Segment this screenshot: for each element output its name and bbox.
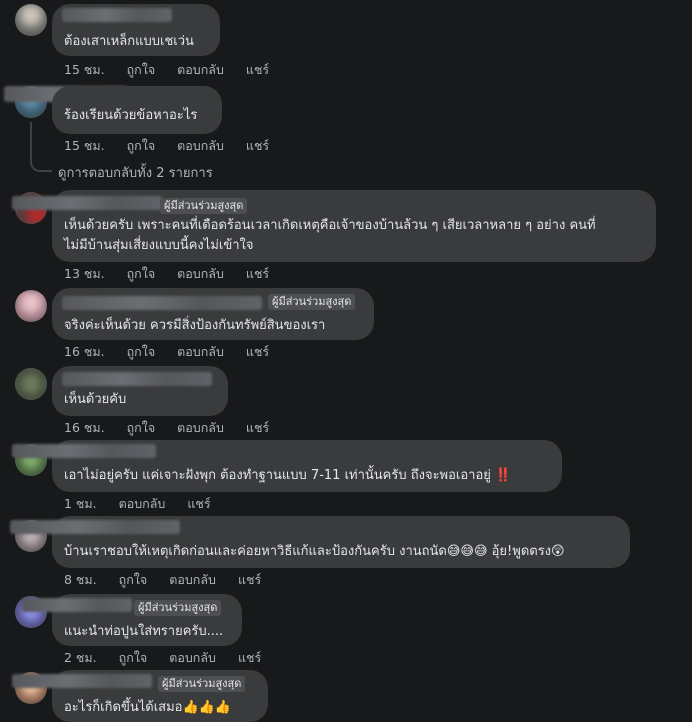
comment-text: บ้านเราชอบให้เหตุเกิดก่อนและค่อยหาวิธีแก…: [64, 544, 565, 559]
comment-bubble: ผู้มีส่วนร่วมสูงสุด จริงค่ะเห็นด้วย ควรม…: [52, 288, 374, 340]
like-button[interactable]: ถูกใจ: [119, 648, 148, 668]
reply-button[interactable]: ตอบกลับ: [177, 60, 224, 80]
like-button[interactable]: ถูกใจ: [127, 136, 156, 156]
avatar[interactable]: [15, 368, 47, 400]
view-replies-link[interactable]: ดูการตอบกลับทั้ง 2 รายการ: [58, 162, 213, 183]
comment-actions: 16 ชม. ถูกใจ ตอบกลับ แชร์: [64, 342, 269, 362]
timestamp[interactable]: 16 ชม.: [64, 342, 105, 362]
timestamp[interactable]: 15 ชม.: [64, 60, 105, 80]
comment-bubble: บ้านเราชอบให้เหตุเกิดก่อนและค่อยหาวิธีแก…: [10, 516, 630, 568]
comment-text: ร้องเรียนด้วยข้อหาอะไร: [64, 108, 198, 123]
reply-button[interactable]: ตอบกลับ: [169, 570, 216, 590]
share-button[interactable]: แชร์: [238, 570, 261, 590]
timestamp[interactable]: 13 ชม.: [64, 264, 105, 284]
comment-actions: 2 ชม. ถูกใจ ตอบกลับ แชร์: [64, 648, 261, 668]
author-name[interactable]: [10, 520, 180, 534]
share-button[interactable]: แชร์: [246, 136, 269, 156]
comment-text: เห็นด้วยครับ เพราะคนที่เดือดร้อนเวลาเกิด…: [64, 218, 596, 233]
comment-text: ไม่มีบ้านสุ่มเสี่ยงแบบนี้คงไม่เข้าใจ: [64, 238, 254, 253]
like-button[interactable]: ถูกใจ: [119, 570, 148, 590]
comment-actions: 15 ชม. ถูกใจ ตอบกลับ แชร์: [64, 136, 269, 156]
comment-actions: 16 ชม. ถูกใจ ตอบกลับ แชร์: [64, 418, 269, 438]
reply-button[interactable]: ตอบกลับ: [119, 494, 166, 514]
share-button[interactable]: แชร์: [187, 494, 210, 514]
share-button[interactable]: แชร์: [246, 60, 269, 80]
comment-bubble: ผู้มีส่วนร่วมสูงสุด แนะนำท่อปูนใส่ทรายคร…: [22, 594, 242, 646]
comment-actions: 1 ชม. ตอบกลับ แชร์: [64, 494, 211, 514]
top-contributor-badge: ผู้มีส่วนร่วมสูงสุด: [158, 676, 246, 692]
share-button[interactable]: แชร์: [246, 264, 269, 284]
like-button[interactable]: ถูกใจ: [127, 264, 156, 284]
reply-button[interactable]: ตอบกลับ: [177, 418, 224, 438]
avatar[interactable]: [15, 4, 47, 36]
comment-actions: 15 ชม. ถูกใจ ตอบกลับ แชร์: [64, 60, 269, 80]
timestamp[interactable]: 2 ชม.: [64, 648, 97, 668]
timestamp[interactable]: 15 ชม.: [64, 136, 105, 156]
comment-text: อะไรก็เกิดขึ้นได้เสมอ👍👍👍: [64, 700, 232, 715]
comment-text: เอาไม่อยู่ครับ แค่เจาะฝังพุก ต้องทำฐานแบ…: [64, 468, 512, 483]
top-contributor-badge: ผู้มีส่วนร่วมสูงสุด: [134, 600, 222, 616]
author-name[interactable]: [62, 8, 172, 22]
top-contributor-badge: ผู้มีส่วนร่วมสูงสุด: [160, 198, 248, 214]
timestamp[interactable]: 16 ชม.: [64, 418, 105, 438]
reply-button[interactable]: ตอบกลับ: [169, 648, 216, 668]
share-button[interactable]: แชร์: [238, 648, 261, 668]
share-button[interactable]: แชร์: [246, 418, 269, 438]
author-name[interactable]: [62, 372, 212, 386]
comment-text: จริงค่ะเห็นด้วย ควรมีสิ่งป้องกันทรัพย์สิ…: [64, 318, 326, 333]
like-button[interactable]: ถูกใจ: [127, 418, 156, 438]
author-name[interactable]: [12, 196, 162, 210]
top-contributor-badge: ผู้มีส่วนร่วมสูงสุด: [268, 294, 356, 310]
like-button[interactable]: ถูกใจ: [127, 60, 156, 80]
timestamp[interactable]: 1 ชม.: [64, 494, 97, 514]
author-name[interactable]: [62, 296, 262, 310]
reply-button[interactable]: ตอบกลับ: [177, 264, 224, 284]
reply-thread-line: [30, 122, 52, 172]
comment-text: แนะนำท่อปูนใส่ทรายครับ....: [64, 624, 224, 639]
comment-actions: 13 ชม. ถูกใจ ตอบกลับ แชร์: [64, 264, 269, 284]
like-button[interactable]: ถูกใจ: [127, 342, 156, 362]
comment-bubble: ผู้มีส่วนร่วมสูงสุด อะไรก็เกิดขึ้นได้เสม…: [12, 670, 268, 722]
reply-button[interactable]: ตอบกลับ: [177, 136, 224, 156]
comment-text: เห็นด้วยคับ: [64, 392, 127, 407]
comment-bubble: ต้องเสาเหล็กแบบเชเว่น: [52, 4, 220, 56]
comment-bubble: ผู้มีส่วนร่วมสูงสุด เห็นด้วยครับ เพราะคน…: [12, 190, 656, 262]
author-name[interactable]: [12, 444, 156, 458]
comment-text: ต้องเสาเหล็กแบบเชเว่น: [64, 34, 194, 49]
comment-bubble: ร้องเรียนด้วยข้อหาอะไร: [52, 86, 222, 134]
comment-bubble: เอาไม่อยู่ครับ แค่เจาะฝังพุก ต้องทำฐานแบ…: [12, 440, 562, 492]
comment-actions: 8 ชม. ถูกใจ ตอบกลับ แชร์: [64, 570, 261, 590]
share-button[interactable]: แชร์: [246, 342, 269, 362]
comment-bubble: เห็นด้วยคับ: [52, 366, 228, 416]
author-name[interactable]: [22, 598, 132, 612]
timestamp[interactable]: 8 ชม.: [64, 570, 97, 590]
reply-button[interactable]: ตอบกลับ: [177, 342, 224, 362]
avatar[interactable]: [15, 290, 47, 322]
author-name[interactable]: [12, 674, 152, 688]
